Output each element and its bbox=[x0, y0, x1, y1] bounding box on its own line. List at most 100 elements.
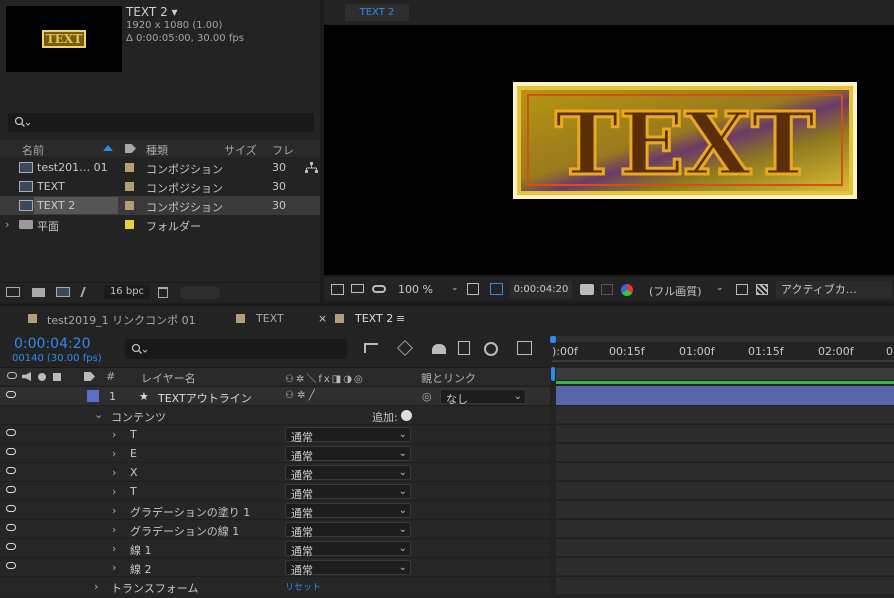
timeline-tab[interactable]: test2019_1 リンクコンポ 01 bbox=[47, 312, 196, 328]
solo-icon[interactable] bbox=[38, 373, 46, 381]
mask-icon[interactable] bbox=[372, 285, 386, 293]
panel-menu-icon[interactable]: ≡ bbox=[396, 312, 405, 325]
parent-select[interactable]: なし ⌄ bbox=[440, 389, 526, 406]
content-item-row[interactable]: › T 通常 ⌄ bbox=[0, 424, 550, 444]
eye-icon[interactable] bbox=[6, 448, 16, 455]
project-item-row[interactable]: TEXT コンポジション 30 bbox=[0, 177, 320, 196]
chevron-right-icon[interactable]: › bbox=[94, 580, 98, 593]
monitor-icon[interactable] bbox=[351, 284, 364, 293]
graph-editor-icon[interactable] bbox=[517, 341, 532, 355]
contents-row[interactable]: ⌄ コンテンツ 追加: bbox=[0, 405, 550, 424]
eye-icon[interactable] bbox=[6, 467, 16, 474]
viewer-timecode[interactable]: 0:00:04:20 bbox=[510, 281, 572, 298]
label-swatch[interactable] bbox=[125, 201, 134, 210]
blend-mode-select[interactable]: 通常 ⌄ bbox=[285, 541, 411, 558]
label-swatch[interactable] bbox=[87, 390, 99, 402]
bit-depth-button[interactable]: 16 bpc bbox=[104, 285, 150, 299]
current-time-indicator[interactable] bbox=[551, 367, 555, 381]
lock-icon[interactable] bbox=[53, 373, 61, 381]
fast-previews-icon[interactable] bbox=[736, 284, 748, 295]
camera-select[interactable]: アクティブカ… bbox=[776, 281, 892, 298]
project-item-row[interactable]: › 平面 フォルダー bbox=[0, 215, 320, 234]
shy-layers-icon[interactable] bbox=[432, 344, 446, 354]
timeline-search-input[interactable] bbox=[125, 339, 347, 359]
timeline-tab[interactable]: TEXT bbox=[256, 312, 284, 325]
eye-icon[interactable] bbox=[6, 524, 16, 531]
eye-icon[interactable] bbox=[7, 372, 17, 379]
current-time-display[interactable]: 0:00:04:20 bbox=[14, 336, 91, 352]
project-search-input[interactable] bbox=[8, 113, 314, 132]
always-preview-icon[interactable] bbox=[331, 284, 344, 295]
eye-icon[interactable] bbox=[6, 429, 16, 436]
project-item-row[interactable]: test201… 01 コンポジション 30 bbox=[0, 158, 320, 177]
label-tag-icon[interactable] bbox=[125, 144, 136, 153]
chevron-right-icon[interactable]: › bbox=[112, 485, 116, 498]
composition-canvas[interactable]: TEXT bbox=[324, 25, 894, 275]
sort-ascending-icon[interactable] bbox=[103, 145, 113, 151]
layer-switches[interactable]: ⚇ ✲ ╱ bbox=[285, 390, 315, 401]
pickwhip-icon[interactable]: ◎ bbox=[422, 390, 432, 403]
content-item-row[interactable]: › グラデーションの線 1 通常 ⌄ bbox=[0, 519, 550, 539]
resolution-select[interactable]: (フル画質) bbox=[649, 283, 702, 299]
audio-icon[interactable] bbox=[22, 372, 31, 381]
col-frame[interactable]: フレ bbox=[272, 142, 294, 158]
transparency-grid-icon[interactable] bbox=[756, 284, 768, 295]
chevron-down-icon[interactable]: ⌄ bbox=[94, 408, 103, 421]
reset-link[interactable]: リセット bbox=[285, 580, 321, 593]
chevron-down-icon[interactable]: ⌄ bbox=[451, 283, 459, 293]
blend-mode-select[interactable]: 通常 ⌄ bbox=[285, 465, 411, 482]
timeline-tab-active[interactable]: TEXT 2 bbox=[355, 312, 393, 325]
content-item-row[interactable]: › 線 1 通常 ⌄ bbox=[0, 538, 550, 558]
motion-blur-icon[interactable] bbox=[484, 342, 498, 356]
show-snapshot-icon[interactable] bbox=[601, 284, 613, 295]
new-composition-icon[interactable] bbox=[56, 287, 70, 297]
chevron-right-icon[interactable]: › bbox=[112, 466, 116, 479]
label-tag-icon[interactable] bbox=[84, 372, 95, 381]
close-tab-icon[interactable]: × bbox=[318, 312, 327, 325]
blend-mode-select[interactable]: 通常 ⌄ bbox=[285, 484, 411, 501]
col-size[interactable]: サイズ bbox=[224, 142, 257, 158]
col-name[interactable]: 名前 bbox=[22, 142, 44, 158]
frame-blending-icon[interactable] bbox=[458, 341, 470, 355]
chevron-right-icon[interactable]: › bbox=[112, 447, 116, 460]
add-label[interactable]: 追加: bbox=[372, 409, 398, 425]
project-settings-icon[interactable] bbox=[80, 287, 94, 297]
viewer-tab[interactable]: TEXT 2 bbox=[345, 4, 409, 21]
layer-duration-bar[interactable] bbox=[556, 386, 894, 405]
new-folder-icon[interactable] bbox=[32, 288, 45, 297]
eye-icon[interactable] bbox=[6, 486, 16, 493]
eye-icon[interactable] bbox=[6, 562, 16, 569]
content-item-row[interactable]: › 線 2 通常 ⌄ bbox=[0, 557, 550, 577]
eye-icon[interactable] bbox=[6, 391, 16, 398]
work-area-bar[interactable] bbox=[552, 336, 894, 342]
layer-row[interactable]: 1 ★ TEXTアウトライン ⚇ ✲ ╱ ◎ なし ⌄ bbox=[0, 386, 550, 406]
blend-mode-select[interactable]: 通常 ⌄ bbox=[285, 427, 411, 444]
content-item-row[interactable]: › X 通常 ⌄ bbox=[0, 462, 550, 482]
comp-name[interactable]: TEXT 2 ▾ bbox=[126, 5, 178, 19]
eye-icon[interactable] bbox=[6, 543, 16, 550]
project-item-row-selected[interactable]: TEXT 2 コンポジション 30 bbox=[0, 196, 320, 215]
chevron-right-icon[interactable]: › bbox=[5, 218, 9, 231]
chevron-right-icon[interactable]: › bbox=[112, 428, 116, 441]
content-item-row[interactable]: › E 通常 ⌄ bbox=[0, 443, 550, 463]
grid-guides-icon[interactable] bbox=[467, 283, 479, 295]
interpret-footage-icon[interactable] bbox=[6, 287, 20, 297]
camera-snapshot-icon[interactable] bbox=[580, 284, 594, 295]
eye-icon[interactable] bbox=[6, 505, 16, 512]
content-item-row[interactable]: › グラデーションの塗り 1 通常 ⌄ bbox=[0, 500, 550, 520]
chevron-down-icon[interactable]: ⌄ bbox=[716, 283, 724, 293]
chevron-right-icon[interactable]: › bbox=[112, 523, 116, 536]
label-swatch[interactable] bbox=[125, 220, 134, 229]
col-parent[interactable]: 親とリンク bbox=[421, 370, 476, 386]
blend-mode-select[interactable]: 通常 ⌄ bbox=[285, 522, 411, 539]
region-of-interest-icon[interactable] bbox=[490, 283, 503, 295]
blend-mode-select[interactable]: 通常 ⌄ bbox=[285, 560, 411, 577]
work-area-start-handle[interactable] bbox=[550, 336, 556, 343]
label-swatch[interactable] bbox=[125, 163, 134, 172]
comp-flowchart-icon[interactable] bbox=[364, 343, 378, 353]
col-layer-name[interactable]: レイヤー名 bbox=[141, 370, 196, 386]
content-item-row[interactable]: › T 通常 ⌄ bbox=[0, 481, 550, 501]
color-channels-icon[interactable] bbox=[621, 284, 633, 296]
label-swatch[interactable] bbox=[125, 182, 134, 191]
chevron-right-icon[interactable]: › bbox=[112, 542, 116, 555]
